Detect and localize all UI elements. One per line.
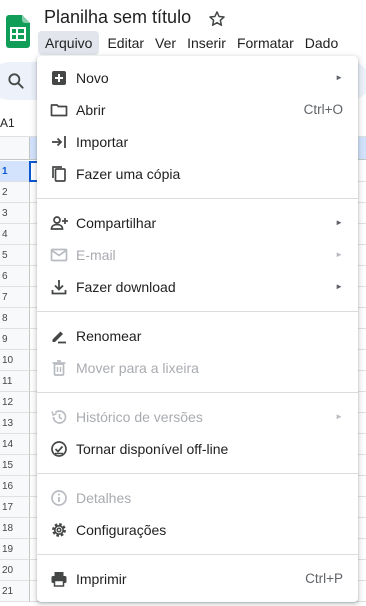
add-box-icon <box>49 68 69 88</box>
menu-bar: Arquivo Editar Ver Inserir Formatar Dado <box>38 31 345 55</box>
menu-item-fazer-copia[interactable]: Fazer uma cópia <box>37 158 358 190</box>
menu-item-configuracoes[interactable]: Configurações <box>37 514 358 546</box>
menu-item-detalhes: Detalhes <box>37 482 358 514</box>
menu-separator <box>37 198 358 199</box>
document-title[interactable]: Planilha sem título <box>44 7 191 28</box>
search-icon[interactable] <box>6 71 26 91</box>
menu-item-mover-lixeira: Mover para a lixeira <box>37 352 358 384</box>
shortcut-label: Ctrl+O <box>303 102 343 117</box>
menu-separator <box>37 473 358 474</box>
row-header[interactable]: 11 <box>0 371 30 392</box>
submenu-arrow-icon: ► <box>335 73 343 82</box>
menu-item-label: Mover para a lixeira <box>76 360 199 376</box>
row-header[interactable]: 4 <box>0 224 30 245</box>
person-add-icon <box>49 213 69 233</box>
row-header[interactable]: 6 <box>0 266 30 287</box>
row-header[interactable]: 3 <box>0 203 30 224</box>
menu-item-label: Configurações <box>76 522 167 538</box>
menu-item-label: Importar <box>76 134 129 150</box>
menu-item-label: Compartilhar <box>76 215 157 231</box>
menu-item-email: E-mail ► <box>37 239 358 271</box>
menu-formatar[interactable]: Formatar <box>233 31 298 55</box>
menu-separator <box>37 392 358 393</box>
row-header[interactable]: 17 <box>0 497 30 518</box>
row-header[interactable]: 12 <box>0 392 30 413</box>
menu-item-label: E-mail <box>76 247 116 263</box>
menu-item-abrir[interactable]: Abrir Ctrl+O <box>37 94 358 126</box>
settings-icon <box>49 520 69 540</box>
row-header[interactable]: 9 <box>0 329 30 350</box>
sheets-app: Planilha sem título Arquivo Editar Ver Inse… <box>0 0 366 606</box>
menu-item-historico-versoes: Histórico de versões ► <box>37 401 358 433</box>
menu-item-offline[interactable]: Tornar disponível off-line <box>37 433 358 465</box>
row-header[interactable]: 19 <box>0 539 30 560</box>
menu-arquivo[interactable]: Arquivo <box>38 31 100 55</box>
menu-item-label: Renomear <box>76 328 142 344</box>
menu-item-label: Detalhes <box>76 490 132 506</box>
select-all-corner[interactable] <box>0 137 30 160</box>
trash-icon <box>49 358 69 378</box>
menu-separator <box>37 554 358 555</box>
rename-icon <box>49 326 69 346</box>
menu-item-renomear[interactable]: Renomear <box>37 320 358 352</box>
menu-item-importar[interactable]: Importar <box>37 126 358 158</box>
row-header[interactable]: 8 <box>0 308 30 329</box>
print-icon <box>49 569 69 589</box>
row-header[interactable]: 5 <box>0 245 30 266</box>
menu-item-fazer-download[interactable]: Fazer download ► <box>37 271 358 303</box>
submenu-arrow-icon: ► <box>335 218 343 227</box>
row-header[interactable]: 16 <box>0 476 30 497</box>
row-header[interactable]: 20 <box>0 560 30 581</box>
row-header[interactable]: 10 <box>0 350 30 371</box>
info-icon <box>49 488 69 508</box>
download-icon <box>49 277 69 297</box>
name-box[interactable]: A1 <box>0 116 15 130</box>
menu-item-imprimir[interactable]: Imprimir Ctrl+P <box>37 563 358 595</box>
menu-item-novo[interactable]: Novo ► <box>37 62 358 94</box>
menu-ver[interactable]: Ver <box>151 31 180 55</box>
menu-item-label: Novo <box>76 70 109 86</box>
submenu-arrow-icon: ► <box>335 282 343 291</box>
menu-item-label: Fazer download <box>76 279 176 295</box>
row-header[interactable]: 15 <box>0 455 30 476</box>
row-header[interactable]: 18 <box>0 518 30 539</box>
row-header[interactable]: 7 <box>0 287 30 308</box>
menu-editar[interactable]: Editar <box>103 31 148 55</box>
menu-inserir[interactable]: Inserir <box>183 31 230 55</box>
history-icon <box>49 407 69 427</box>
folder-icon <box>49 100 69 120</box>
menu-separator <box>37 311 358 312</box>
sheets-logo-icon[interactable] <box>6 15 30 48</box>
row-header[interactable]: 14 <box>0 434 30 455</box>
submenu-arrow-icon: ► <box>335 412 343 421</box>
menu-item-label: Fazer uma cópia <box>76 166 181 182</box>
submenu-arrow-icon: ► <box>335 250 343 259</box>
row-header[interactable]: 2 <box>0 182 30 203</box>
star-icon[interactable] <box>207 9 227 29</box>
file-menu: Novo ► Abrir Ctrl+O Importar Fazer uma c… <box>37 56 358 602</box>
menu-item-label: Tornar disponível off-line <box>76 441 229 457</box>
row-header[interactable]: 1 <box>0 161 30 182</box>
row-header[interactable]: 21 <box>0 581 30 602</box>
import-icon <box>49 132 69 152</box>
shortcut-label: Ctrl+P <box>305 571 343 586</box>
menu-item-label: Abrir <box>76 102 106 118</box>
copy-icon <box>49 164 69 184</box>
menu-item-label: Imprimir <box>76 571 127 587</box>
row-header[interactable]: 13 <box>0 413 30 434</box>
menu-dados[interactable]: Dado <box>301 31 342 55</box>
mail-icon <box>49 245 69 265</box>
offline-icon <box>49 439 69 459</box>
menu-item-compartilhar[interactable]: Compartilhar ► <box>37 207 358 239</box>
menu-item-label: Histórico de versões <box>76 409 203 425</box>
